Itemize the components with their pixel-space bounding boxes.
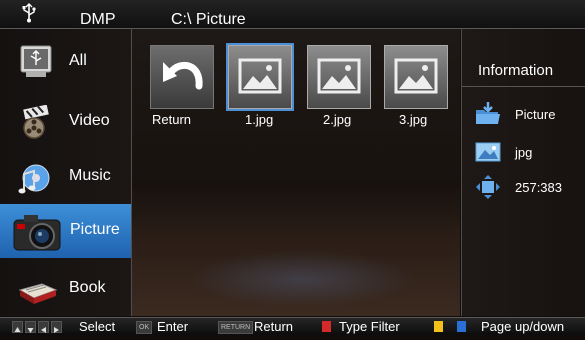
- info-resolution: 257:383: [515, 180, 562, 195]
- sidebar-item-label: Music: [69, 167, 111, 184]
- image-thumbnail-icon: [307, 45, 371, 109]
- file-tile[interactable]: 1.jpg: [228, 45, 302, 145]
- up-arrow-key-icon: [12, 321, 23, 333]
- return-arrow-icon: [150, 45, 214, 109]
- hint-enter: Enter: [157, 319, 189, 334]
- information-title: Information: [478, 62, 554, 79]
- left-arrow-key-icon: [38, 321, 49, 333]
- information-header: Information: [462, 54, 585, 87]
- sidebar-item-label: Video: [69, 112, 110, 129]
- information-panel: Information Picture jpg 257:383: [461, 29, 585, 316]
- image-thumbnail-icon: [228, 45, 292, 109]
- info-folder-row: Picture: [474, 102, 585, 128]
- sidebar-item-label: Picture: [70, 221, 120, 238]
- red-key-icon: [322, 321, 331, 332]
- info-folder: Picture: [515, 107, 556, 122]
- usb-drive-icon: [20, 45, 52, 77]
- sidebar-item-picture[interactable]: Picture: [0, 204, 131, 258]
- sidebar-item-label: Book: [69, 279, 106, 296]
- yellow-key-icon: [434, 321, 443, 332]
- tile-label: 2.jpg: [323, 112, 352, 127]
- camera-icon: [13, 215, 61, 251]
- blue-key-icon: [457, 321, 466, 332]
- usb-icon: [22, 3, 36, 23]
- return-tile[interactable]: Return: [132, 45, 214, 145]
- hint-return: Return: [254, 319, 294, 334]
- hint-select: Select: [79, 319, 116, 334]
- image-file-icon: [475, 142, 501, 162]
- tile-label: 3.jpg: [399, 112, 428, 127]
- title-bar: DMP C:\ Picture: [0, 0, 585, 29]
- resolution-icon: [476, 175, 500, 199]
- sidebar-item-all[interactable]: All: [0, 35, 131, 89]
- down-arrow-key-icon: [25, 321, 36, 333]
- tile-label: Return: [152, 112, 192, 127]
- file-tile[interactable]: 3.jpg: [384, 45, 458, 145]
- sidebar-item-music[interactable]: Music: [0, 150, 131, 204]
- info-type-row: jpg: [474, 140, 585, 166]
- category-sidebar: All Video Music Picture Book: [0, 29, 132, 316]
- info-resolution-row: 257:383: [474, 175, 585, 201]
- ok-key-icon: OK: [136, 321, 153, 334]
- hint-type-filter: Type Filter: [339, 319, 400, 334]
- sidebar-item-label: All: [69, 52, 87, 69]
- image-thumbnail-icon: [384, 45, 448, 109]
- folder-icon: [476, 102, 500, 124]
- info-file-type: jpg: [515, 145, 533, 160]
- right-arrow-key-icon: [51, 321, 62, 333]
- hint-bar: Select OK Enter RETURN Return Type Filte…: [0, 317, 585, 335]
- book-icon: [18, 283, 58, 304]
- dmp-screen: DMP C:\ Picture All Video Music Picture …: [0, 0, 585, 335]
- file-browser: Return 1.jpg 2.jpg 3.jpg: [132, 29, 460, 316]
- return-key-icon: RETURN: [218, 321, 254, 334]
- app-title: DMP: [80, 11, 116, 28]
- sidebar-item-video[interactable]: Video: [0, 95, 131, 149]
- current-path: C:\ Picture: [171, 11, 246, 28]
- music-note-icon: [18, 164, 50, 194]
- film-reel-icon: [23, 105, 49, 139]
- hint-page-up-down: Page up/down: [481, 319, 565, 334]
- tile-label: 1.jpg: [245, 112, 274, 127]
- sidebar-item-book[interactable]: Book: [0, 262, 131, 316]
- file-tile[interactable]: 2.jpg: [307, 45, 381, 145]
